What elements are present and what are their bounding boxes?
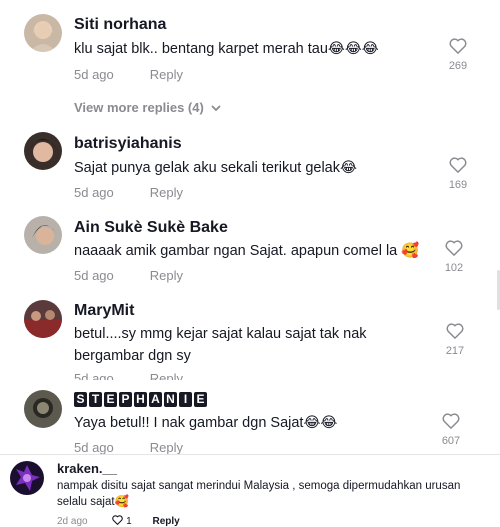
like-button[interactable]: 102 xyxy=(434,240,474,274)
like-count: 217 xyxy=(445,345,465,357)
heart-icon xyxy=(449,38,467,54)
comment-username[interactable]: Siti norhana xyxy=(74,16,166,34)
heart-icon xyxy=(442,413,460,429)
heart-icon xyxy=(445,240,463,256)
comment-meta: 5d ago Reply xyxy=(74,185,183,200)
heart-icon xyxy=(449,157,467,173)
avatar[interactable] xyxy=(24,300,62,338)
heart-icon xyxy=(112,515,124,525)
username-letter: H xyxy=(134,392,147,407)
username-letter: T xyxy=(89,392,102,407)
avatar[interactable] xyxy=(10,461,44,495)
username-letter: E xyxy=(104,392,117,407)
avatar[interactable] xyxy=(24,132,62,170)
comment-username[interactable]: S T E P H A N I E xyxy=(74,392,207,407)
like-count: 269 xyxy=(448,60,468,72)
avatar[interactable] xyxy=(24,216,62,254)
comment-username[interactable]: MaryMit xyxy=(74,302,134,320)
chevron-down-icon xyxy=(211,100,222,115)
username-letter: P xyxy=(119,392,132,407)
comment-item: kraken.__ nampak disitu sajat sangat mer… xyxy=(0,455,500,527)
like-count: 169 xyxy=(448,179,468,191)
username-letter: S xyxy=(74,392,87,407)
comment-username[interactable]: batrisyiahanis xyxy=(74,135,182,153)
comment-text: Sajat punya gelak aku sekali terikut gel… xyxy=(74,160,357,176)
like-button[interactable]: 607 xyxy=(431,413,471,447)
reply-button[interactable]: Reply xyxy=(150,440,183,455)
comment-username[interactable]: kraken.__ xyxy=(57,461,117,476)
comment-age: 5d ago xyxy=(74,67,114,82)
comment-age: 2d ago xyxy=(57,516,88,527)
comment-meta: 5d ago Reply xyxy=(74,67,183,82)
avatar[interactable] xyxy=(24,14,62,52)
comment-username[interactable]: Ain Sukè Sukè Bake xyxy=(74,219,228,237)
reply-button[interactable]: Reply xyxy=(153,516,180,527)
comment-text: Yaya betul!! I nak gambar dgn Sajat😂😂 xyxy=(74,415,338,431)
reply-button[interactable]: Reply xyxy=(150,185,183,200)
like-count: 1 xyxy=(126,516,132,527)
comment-item: S T E P H A N I E Yaya betul!! I nak gam… xyxy=(0,380,500,455)
comment-text: betul....sy mmg kejar sajat kalau sajat … xyxy=(74,326,367,364)
username-letter: I xyxy=(179,392,192,407)
comment-text: naaaak amik gambar ngan Sajat. apapun co… xyxy=(74,243,420,259)
username-letter: N xyxy=(164,392,177,407)
like-button[interactable]: 169 xyxy=(438,157,478,191)
view-more-replies-button[interactable]: View more replies (4) xyxy=(74,100,222,115)
comment-text: klu sajat blk.. bentang karpet merah tau… xyxy=(74,41,379,57)
avatar[interactable] xyxy=(24,390,62,428)
like-button[interactable]: 217 xyxy=(435,323,475,357)
comment-age: 5d ago xyxy=(74,440,114,455)
comment-meta: 5d ago Reply xyxy=(74,268,183,283)
comment-text: nampak disitu sajat sangat merindui Mala… xyxy=(57,480,461,508)
comment-meta: 5d ago Reply xyxy=(74,440,183,455)
username-letter: A xyxy=(149,392,162,407)
reply-button[interactable]: Reply xyxy=(150,268,183,283)
heart-icon xyxy=(446,323,464,339)
view-more-label: View more replies (4) xyxy=(74,100,204,115)
username-letter: E xyxy=(194,392,207,407)
like-count: 102 xyxy=(444,262,464,274)
reply-button[interactable]: Reply xyxy=(150,67,183,82)
comment-meta: 2d ago 1 Reply xyxy=(57,515,180,527)
like-count: 607 xyxy=(441,435,461,447)
like-button[interactable]: 1 xyxy=(112,515,134,527)
comment-age: 5d ago xyxy=(74,268,114,283)
comment-age: 5d ago xyxy=(74,185,114,200)
like-button[interactable]: 269 xyxy=(438,38,478,72)
